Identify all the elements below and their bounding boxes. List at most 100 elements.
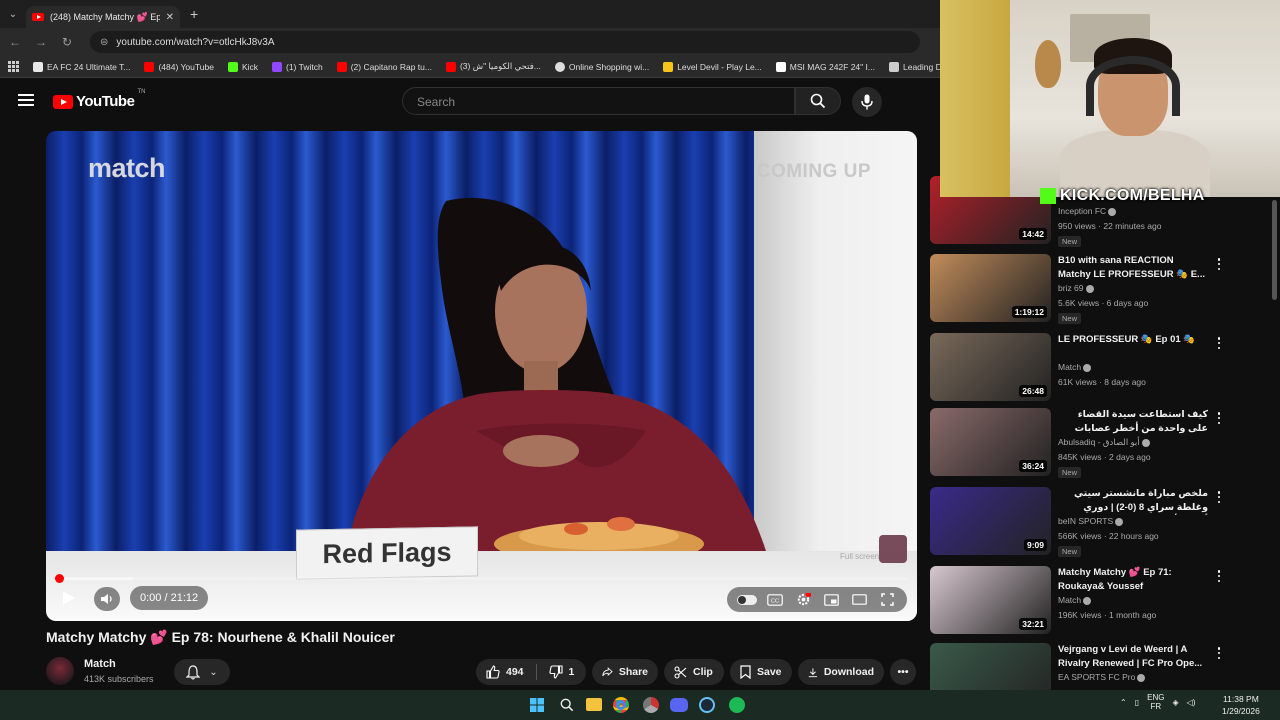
browser-tab-active[interactable]: (248) Matchy Matchy 💕 Ep 78 ✕ [26, 6, 180, 28]
chrome-icon[interactable] [610, 694, 632, 716]
bookmark-item[interactable]: Leading Digital Stor... [888, 61, 940, 72]
bookmark-item[interactable]: (2) Capitano Rap tu... [336, 61, 432, 72]
more-vertical-icon[interactable] [1215, 335, 1223, 351]
fullscreen-button[interactable] [876, 591, 898, 609]
bookmark-item[interactable]: MSI MAG 242F 24" I... [775, 61, 875, 72]
more-vertical-icon[interactable] [1215, 256, 1223, 272]
bookmark-item[interactable]: Level Devil - Play Le... [663, 61, 762, 72]
more-vertical-icon[interactable] [1215, 645, 1223, 661]
new-tab-icon[interactable]: + [190, 6, 198, 22]
language-indicator[interactable]: ENG FR [1147, 693, 1164, 711]
dislike-icon[interactable] [548, 665, 563, 679]
bookmark-item[interactable]: EA FC 24 Ultimate T... [33, 61, 130, 72]
recommendation-channel[interactable]: beIN SPORTS [1058, 516, 1124, 526]
tab-search-icon[interactable]: ⌄ [0, 0, 26, 28]
discord-icon[interactable] [670, 698, 688, 712]
like-count[interactable]: 494 [506, 666, 524, 678]
system-tray: ⌃ ▯ ENG FR ◈ ◁) [1120, 693, 1195, 711]
more-vertical-icon[interactable] [1215, 489, 1223, 505]
recommendation-title[interactable]: B10 with sana REACTION Matchy LE PROFESS… [1058, 254, 1208, 281]
recommendation-channel-name: Inception FC [1058, 206, 1107, 216]
notifications-button[interactable]: ⌄ [174, 659, 230, 685]
kick-banner-text: KICK.COM/BELHA [1060, 187, 1205, 204]
usb-icon[interactable]: ▯ [1135, 698, 1139, 707]
more-vertical-icon[interactable] [1215, 568, 1223, 584]
spotify-icon[interactable] [726, 694, 748, 716]
recommendation-channel[interactable]: Inception FC [1058, 206, 1117, 216]
subtitles-button[interactable]: CC [764, 591, 786, 609]
page-scrollbar[interactable] [1272, 200, 1277, 300]
back-icon[interactable]: ← [8, 35, 22, 49]
recommendation-title[interactable]: Matchy Matchy 💕 Ep 71: Roukaya& Youssef [1058, 566, 1208, 593]
steam-icon[interactable] [696, 694, 718, 716]
recommendation-thumbnail[interactable]: 32:21 [930, 566, 1051, 634]
recommendation-channel[interactable]: Abulsadiq - أبو الصادق [1058, 437, 1150, 448]
recommendation-thumbnail[interactable]: 1:19:12 [930, 254, 1051, 322]
share-icon [602, 667, 613, 677]
voice-search-button[interactable] [852, 87, 882, 117]
taskbar-search-icon[interactable] [556, 694, 578, 716]
tab-close-icon[interactable]: ✕ [166, 12, 174, 23]
search-button[interactable] [795, 87, 841, 115]
url-field[interactable]: ⊜ youtube.com/watch?v=otlcHkJ8v3A [90, 31, 920, 53]
recommendation-card[interactable]: 32:21 Matchy Matchy 💕 Ep 71: Roukaya& You… [930, 566, 1260, 640]
channel-avatar[interactable] [46, 657, 74, 685]
recommendation-title[interactable]: ملخص مباراة مانشستر سيتي وغلطة سراي 8 (0… [1058, 487, 1208, 515]
bookmark-item[interactable]: (3) فتحي الكوميا "ش... [445, 61, 541, 72]
file-explorer-icon[interactable] [586, 698, 602, 711]
recommendation-thumbnail[interactable]: 26:48 [930, 333, 1051, 401]
verified-icon [1141, 438, 1150, 447]
apps-icon[interactable] [8, 61, 19, 72]
more-actions-button[interactable]: ••• [890, 659, 916, 685]
download-button[interactable]: Download [798, 659, 884, 685]
recommendation-title[interactable]: كيف استطاعت سيدة القضاء على واحدة من أخط… [1058, 408, 1208, 436]
recommendation-card[interactable]: 1:19:12 B10 with sana REACTION Matchy LE … [930, 254, 1260, 328]
more-vertical-icon[interactable] [1215, 410, 1223, 426]
system-clock[interactable]: 11:38 PM 1/29/2026 [1222, 693, 1260, 717]
bookmark-item[interactable]: (484) YouTube [144, 61, 214, 72]
progress-scrubber[interactable] [54, 574, 64, 583]
bookmark-item[interactable]: (1) Twitch [272, 61, 323, 72]
chrome-alt-icon[interactable] [640, 694, 662, 716]
share-button[interactable]: Share [592, 659, 658, 685]
bookmark-item[interactable]: Kick [227, 61, 258, 72]
save-button[interactable]: Save [730, 659, 792, 685]
autoplay-toggle[interactable] [736, 591, 758, 609]
recommendation-card[interactable]: 9:09 ملخص مباراة مانشستر سيتي وغلطة سراي … [930, 487, 1260, 561]
video-player[interactable]: match COMING UP Red Flags Full screen 0:… [46, 131, 917, 621]
like-icon[interactable] [486, 665, 500, 679]
play-button[interactable] [58, 586, 80, 610]
volume-button[interactable] [94, 587, 120, 611]
recommendation-title[interactable]: LE PROFESSEUR 🎭 Ep 01 🎭 [1058, 333, 1208, 347]
channel-name[interactable]: Match [84, 658, 116, 670]
recommendation-channel[interactable]: briz 69 [1058, 283, 1094, 293]
menu-icon[interactable] [18, 94, 34, 106]
reload-icon[interactable]: ↻ [60, 35, 74, 49]
recommendation-title[interactable]: Vejrgang v Levi de Weerd | A Rivalry Ren… [1058, 643, 1208, 670]
forward-icon[interactable]: → [34, 35, 48, 49]
search-input[interactable]: Search [402, 87, 795, 115]
dislike-count[interactable]: 1 [569, 666, 575, 678]
verified-icon [1115, 517, 1124, 526]
theater-mode-button[interactable] [848, 591, 870, 609]
recommendation-channel[interactable]: Match [1058, 362, 1092, 372]
miniplayer-button[interactable] [820, 591, 842, 609]
network-icon[interactable]: ◈ [1172, 698, 1178, 707]
recommendation-channel[interactable]: Match [1058, 595, 1092, 605]
clip-button[interactable]: Clip [664, 659, 724, 685]
volume-tray-icon[interactable]: ◁) [1187, 698, 1196, 707]
site-info-icon[interactable]: ⊜ [100, 37, 108, 48]
recommendation-card[interactable]: 36:24 كيف استطاعت سيدة القضاء على واحدة م… [930, 408, 1260, 482]
settings-button[interactable] [792, 591, 814, 609]
youtube-logo[interactable]: YouTube TN [53, 89, 145, 110]
recommendation-thumbnail[interactable]: 9:09 [930, 487, 1051, 555]
address-bar-row: ← → ↻ ⊜ youtube.com/watch?v=otlcHkJ8v3A [0, 28, 940, 56]
progress-bar[interactable] [54, 574, 908, 583]
tray-overflow-icon[interactable]: ⌃ [1120, 698, 1127, 707]
recommendation-thumbnail[interactable]: 36:24 [930, 408, 1051, 476]
recommendation-card[interactable]: 26:48 LE PROFESSEUR 🎭 Ep 01 🎭 Match 61K vie… [930, 333, 1260, 407]
recommendation-channel[interactable]: EA SPORTS FC Pro [1058, 672, 1146, 682]
start-icon[interactable] [526, 694, 548, 716]
bookmark-item[interactable]: Online Shopping wi... [554, 61, 649, 72]
channel-watermark-thumbnail[interactable] [879, 535, 907, 563]
